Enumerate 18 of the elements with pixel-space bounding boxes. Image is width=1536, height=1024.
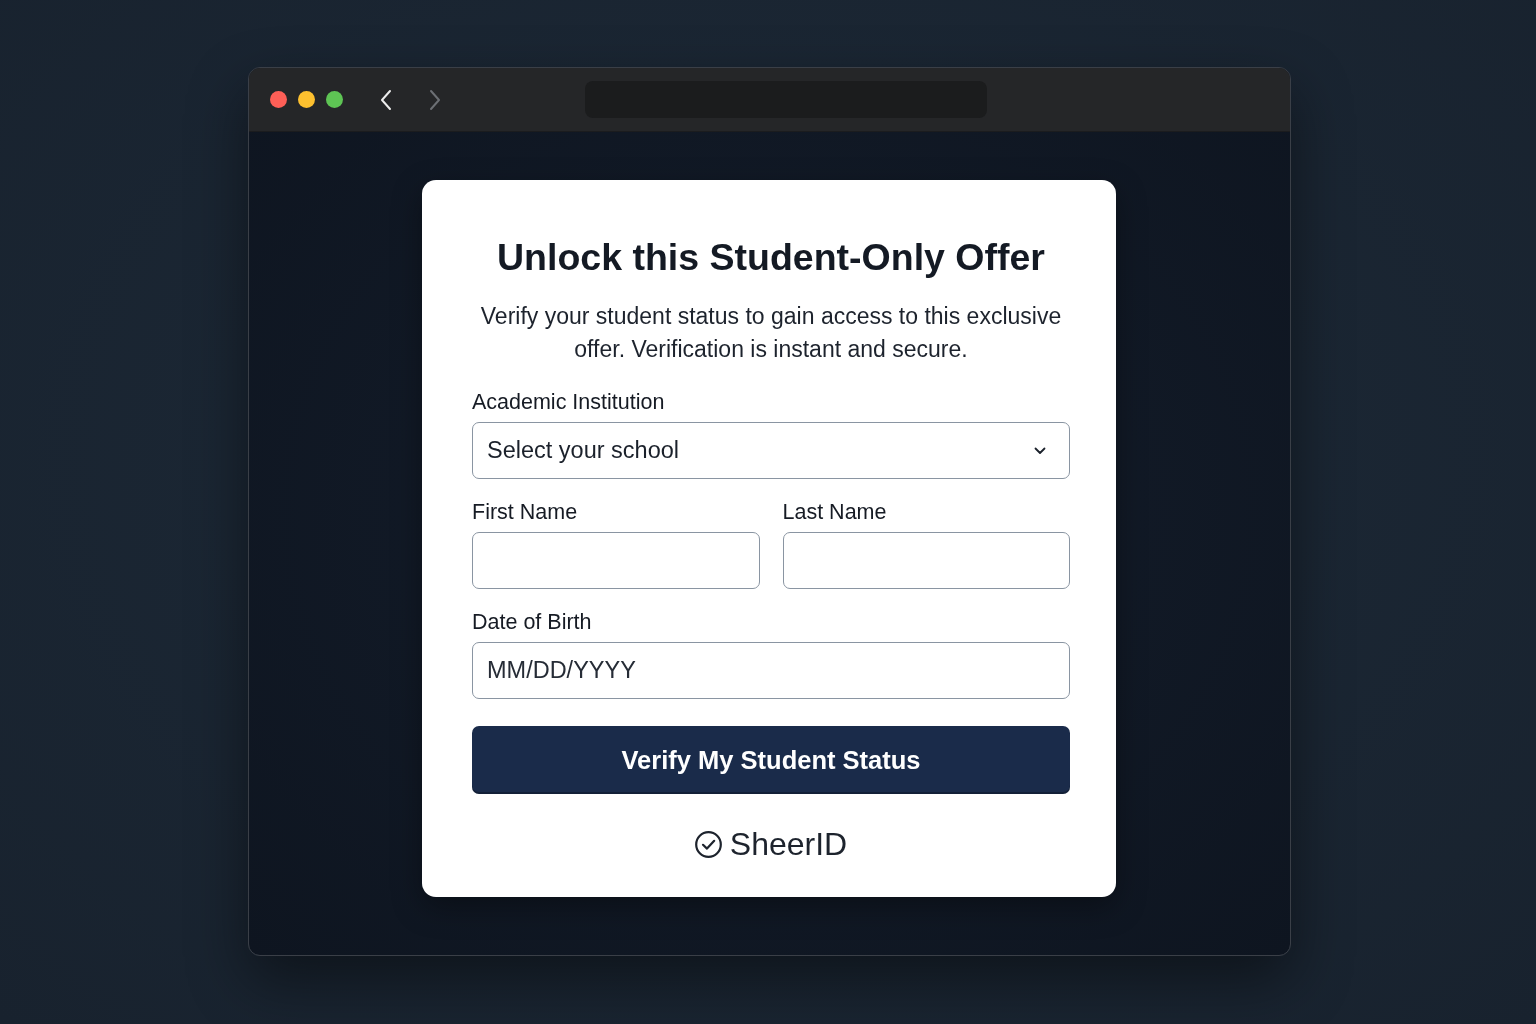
field-label: Last Name — [782, 500, 887, 524]
check-circle-icon — [694, 830, 722, 858]
field-label: Date of Birth — [472, 610, 592, 634]
minimize-window-icon[interactable] — [297, 91, 315, 108]
card-title: Unlock this Student-Only Offer — [497, 235, 1045, 279]
verify-button[interactable]: Verify My Student Status — [472, 726, 1070, 794]
date-field[interactable]: MM/DD/YYYY — [472, 642, 1070, 699]
text-field[interactable] — [782, 532, 1070, 589]
back-chevron-icon[interactable] — [378, 88, 393, 111]
maximize-window-icon[interactable] — [325, 91, 343, 108]
field-label: First Name — [472, 500, 578, 524]
text-field[interactable] — [472, 532, 760, 589]
close-window-icon[interactable] — [269, 91, 287, 108]
brand-name: SheerID — [729, 825, 848, 863]
chevron-down-icon — [1034, 446, 1046, 455]
dropdown-field[interactable]: Select your school — [472, 422, 1070, 479]
card-description: Verify your student status to gain access to this exclusive offer. Verification is instant and secure. — [479, 302, 1063, 364]
field-label: Academic Institution — [472, 390, 665, 414]
